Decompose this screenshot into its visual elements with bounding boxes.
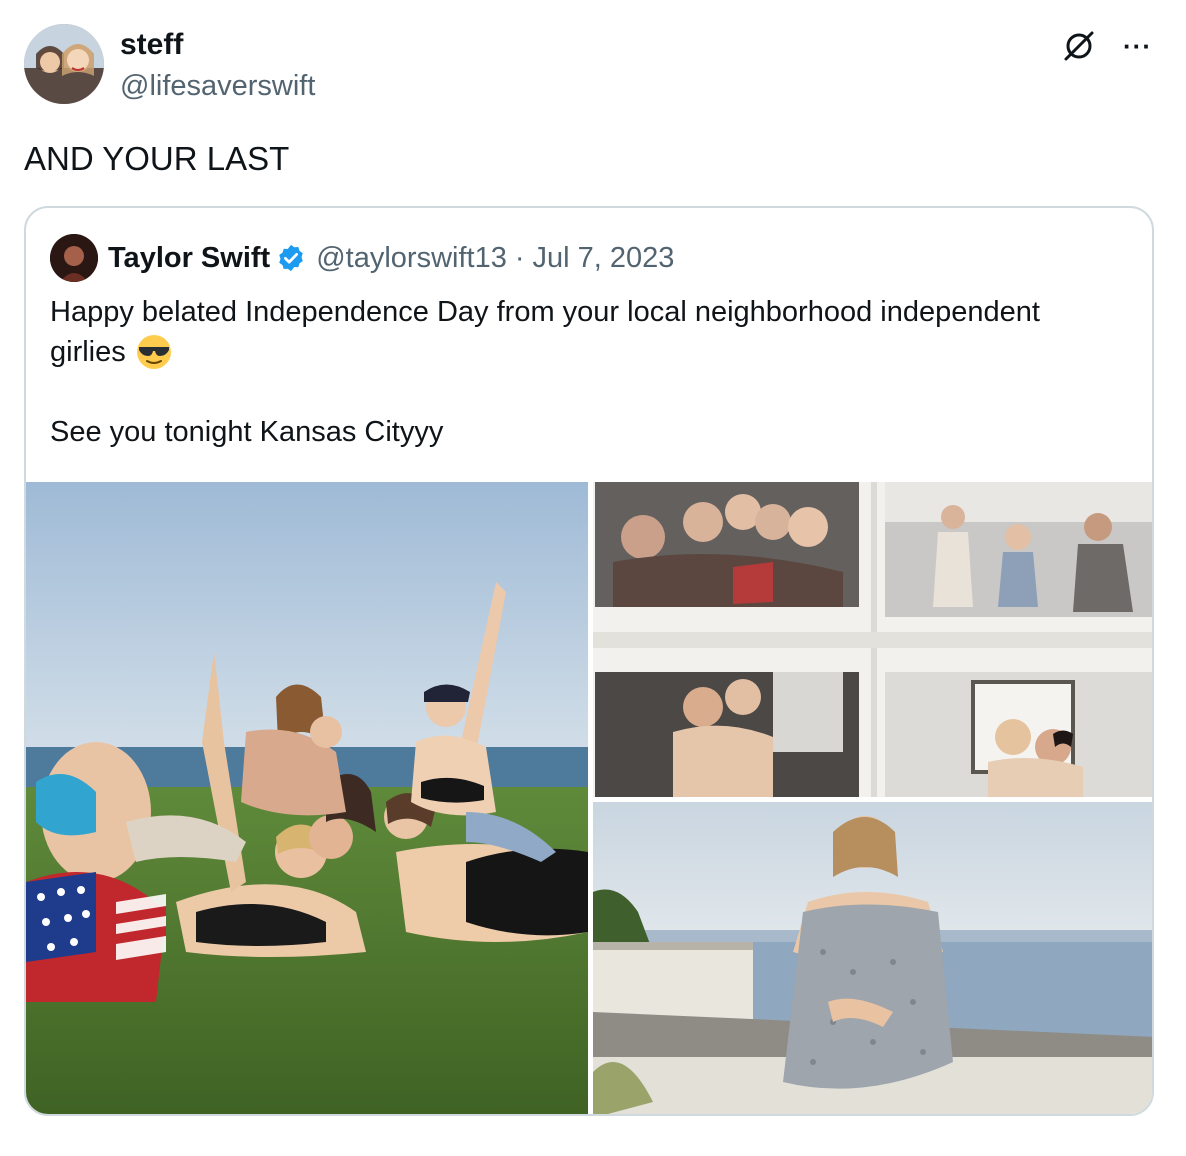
quoted-author-name[interactable]: Taylor Swift [108, 242, 270, 275]
more-icon[interactable]: ··· [1123, 33, 1152, 59]
quoted-text-line-3: See you tonight Kansas Cityyy [50, 416, 444, 448]
photo-ocean-portrait[interactable] [593, 802, 1152, 1114]
quoted-text-line-2: girlies [50, 332, 1130, 372]
author-handle[interactable]: @lifesaverswift [120, 70, 315, 103]
verified-badge-icon [279, 244, 303, 272]
grok-icon[interactable] [1061, 28, 1097, 64]
quoted-author-avatar[interactable] [50, 234, 98, 282]
quoted-tweet-header: Taylor Swift @taylorswift13 · Jul 7, 202… [50, 234, 674, 282]
quoted-text-line-1: Happy belated Independence Day from your… [50, 296, 1040, 328]
quoted-text-line-2-text: girlies [50, 336, 126, 368]
quoted-author-handle[interactable]: @taylorswift13 [316, 242, 507, 275]
quoted-tweet-date[interactable]: Jul 7, 2023 [533, 242, 675, 275]
author-avatar[interactable] [24, 24, 104, 104]
separator-dot: · [514, 241, 525, 274]
quoted-tweet-text: Happy belated Independence Day from your… [50, 292, 1130, 452]
sunglasses-emoji-icon [136, 335, 171, 369]
author-name[interactable]: steff [120, 28, 183, 62]
photo-lawn-group[interactable] [26, 482, 588, 1114]
tweet-actions: ··· [1061, 28, 1152, 64]
quoted-tweet[interactable]: Taylor Swift @taylorswift13 · Jul 7, 202… [24, 206, 1154, 1116]
media-grid [26, 482, 1152, 1114]
photo-polaroids[interactable] [593, 482, 1152, 797]
tweet-text: AND YOUR LAST [24, 140, 290, 177]
